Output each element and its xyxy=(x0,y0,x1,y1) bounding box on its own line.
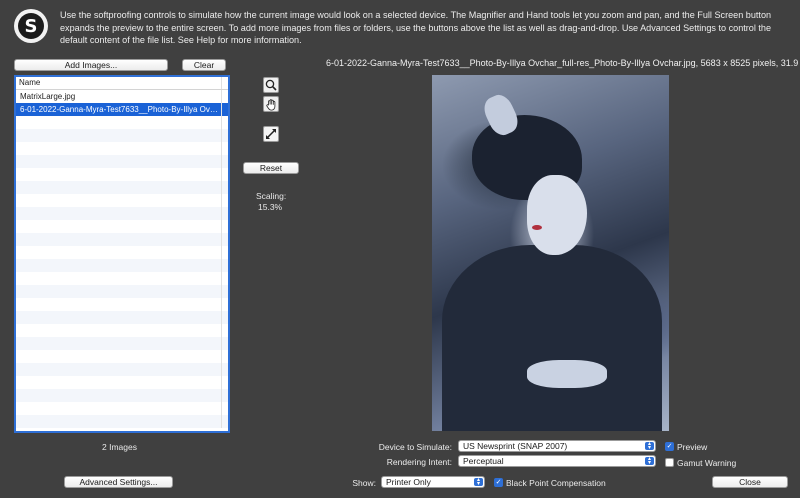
device-select-value: US Newsprint (SNAP 2007) xyxy=(463,441,568,451)
empty-list-row[interactable] xyxy=(16,311,228,324)
black-point-compensation-checkbox[interactable]: ✓ xyxy=(494,478,503,487)
gamut-warning-checkbox[interactable] xyxy=(665,458,674,467)
empty-list-row[interactable] xyxy=(16,350,228,363)
empty-list-row[interactable] xyxy=(16,233,228,246)
scaling-label: Scaling: xyxy=(256,191,287,201)
gamut-warning-label: Gamut Warning xyxy=(677,458,737,468)
empty-list-row[interactable] xyxy=(16,402,228,415)
empty-list-row[interactable] xyxy=(16,285,228,298)
file-rows: MatrixLarge.jpg 6-01-2022-Ganna-Myra-Test… xyxy=(16,90,228,431)
image-preview[interactable] xyxy=(432,75,669,431)
empty-list-row[interactable] xyxy=(16,155,228,168)
add-images-button[interactable]: Add Images... xyxy=(14,59,168,71)
fullscreen-icon xyxy=(266,129,276,139)
show-select-value: Printer Only xyxy=(386,477,431,487)
clear-button[interactable]: Clear xyxy=(182,59,226,71)
empty-list-row[interactable] xyxy=(16,298,228,311)
advanced-settings-button[interactable]: Advanced Settings... xyxy=(64,476,173,488)
intent-label: Rendering Intent: xyxy=(386,457,452,467)
hand-icon xyxy=(265,98,275,111)
scaling-value: 15.3% xyxy=(258,202,283,212)
chevron-updown-icon: ▴ ▾ xyxy=(474,477,483,487)
empty-list-row[interactable] xyxy=(16,376,228,389)
empty-list-row[interactable] xyxy=(16,129,228,142)
empty-list-row[interactable] xyxy=(16,389,228,402)
empty-list-row[interactable] xyxy=(16,272,228,285)
show-select[interactable]: Printer Only ▴ ▾ xyxy=(381,476,485,488)
empty-list-row[interactable] xyxy=(16,324,228,337)
chevron-updown-icon: ▴ ▾ xyxy=(645,441,654,451)
list-header-name[interactable]: Name xyxy=(16,77,228,90)
device-select[interactable]: US Newsprint (SNAP 2007) ▴ ▾ xyxy=(458,440,656,452)
preview-figure-body xyxy=(442,245,662,431)
instructions-text: Use the softproofing controls to simulat… xyxy=(60,10,772,45)
empty-list-row[interactable] xyxy=(16,207,228,220)
app-logo: S xyxy=(14,9,48,43)
show-label: Show: xyxy=(352,478,376,488)
empty-list-row[interactable] xyxy=(16,246,228,259)
empty-list-row[interactable] xyxy=(16,194,228,207)
intent-select[interactable]: Perceptual ▴ ▾ xyxy=(458,455,656,467)
black-point-compensation-label: Black Point Compensation xyxy=(506,478,606,488)
image-count: 2 Images xyxy=(102,442,137,452)
empty-list-row[interactable] xyxy=(16,220,228,233)
empty-list-row[interactable] xyxy=(16,116,228,129)
magnifier-icon xyxy=(265,79,277,91)
empty-list-row[interactable] xyxy=(16,337,228,350)
empty-list-row[interactable] xyxy=(16,142,228,155)
close-button[interactable]: Close xyxy=(712,476,788,488)
file-list-item[interactable]: 6-01-2022-Ganna-Myra-Test7633__Photo-By-… xyxy=(16,103,228,116)
device-label: Device to Simulate: xyxy=(378,442,452,452)
intent-select-value: Perceptual xyxy=(463,456,504,466)
empty-list-row[interactable] xyxy=(16,168,228,181)
preview-figure-hand xyxy=(527,360,607,388)
hand-tool-button[interactable] xyxy=(263,96,279,112)
empty-list-row[interactable] xyxy=(16,259,228,272)
preview-figure-face xyxy=(527,175,587,255)
empty-list-row[interactable] xyxy=(16,415,228,428)
magnifier-tool-button[interactable] xyxy=(263,77,279,93)
file-list[interactable]: Name MatrixLarge.jpg 6-01-2022-Ganna-Myra… xyxy=(14,75,230,433)
image-title: 6-01-2022-Ganna-Myra-Test7633__Photo-By-… xyxy=(326,58,800,68)
empty-list-row[interactable] xyxy=(16,363,228,376)
file-name: 6-01-2022-Ganna-Myra-Test7633__Photo-By-… xyxy=(20,105,220,114)
preview-checkbox[interactable]: ✓ xyxy=(665,442,674,451)
fullscreen-tool-button[interactable] xyxy=(263,126,279,142)
file-name: MatrixLarge.jpg xyxy=(20,92,76,101)
preview-figure-lips xyxy=(532,225,542,230)
chevron-updown-icon: ▴ ▾ xyxy=(645,456,654,466)
preview-label: Preview xyxy=(677,442,708,452)
reset-button[interactable]: Reset xyxy=(243,162,299,174)
empty-list-row[interactable] xyxy=(16,181,228,194)
logo-letter: S xyxy=(18,13,44,39)
file-list-item[interactable]: MatrixLarge.jpg xyxy=(16,90,228,103)
column-header-label: Name xyxy=(19,78,41,87)
